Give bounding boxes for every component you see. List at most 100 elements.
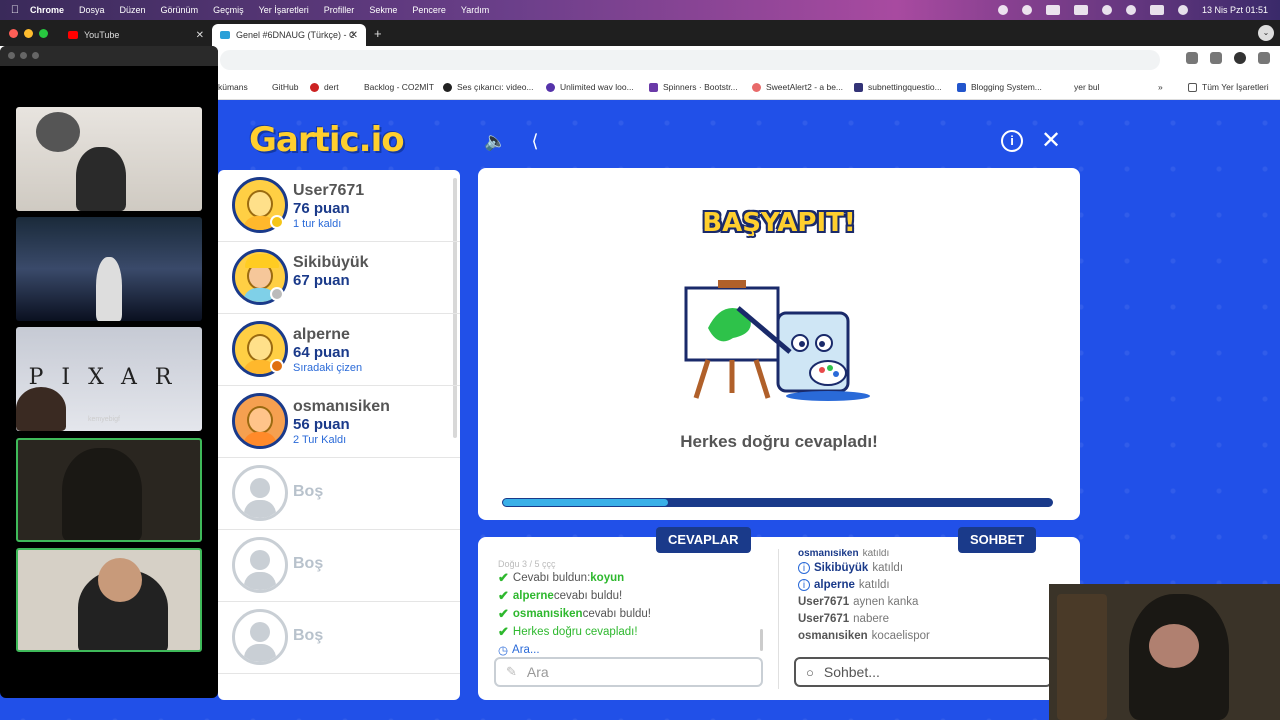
zoom-window-icon[interactable] <box>39 28 48 38</box>
participant-video-tile[interactable]: PIXAR kemyebigf <box>16 327 202 431</box>
participant-video-tile[interactable] <box>16 217 202 321</box>
bookmark-item[interactable]: Ses çıkarıcı: video... <box>443 82 534 92</box>
bookmark-label: kümans <box>218 82 248 92</box>
battery-icon[interactable] <box>1073 5 1088 15</box>
search-icon[interactable] <box>1125 5 1136 15</box>
menu-duzen[interactable]: Düzen <box>120 5 146 15</box>
participant-video-tile[interactable] <box>16 107 202 211</box>
menu-pencere[interactable]: Pencere <box>412 5 446 15</box>
extensions-puzzle-icon[interactable] <box>1210 52 1222 64</box>
player-card[interactable]: User7671 76 puan 1 tur kaldı <box>218 170 460 242</box>
sound-icon[interactable]: 🔈 <box>484 130 506 152</box>
youtube-favicon-icon <box>68 31 78 39</box>
bookmark-item[interactable]: SweetAlert2 - a be... <box>752 82 843 92</box>
close-window-icon[interactable] <box>8 52 15 59</box>
menu-gorunum[interactable]: Görünüm <box>161 5 199 15</box>
minimize-window-icon[interactable] <box>24 28 33 38</box>
player-score: 64 puan <box>293 344 350 361</box>
check-icon: ✔ <box>498 570 509 585</box>
macos-menubar:  Chrome Dosya Düzen Görünüm Geçmiş Yer … <box>0 0 1280 20</box>
menu-yer-isaretleri[interactable]: Yer İşaretleri <box>259 5 309 15</box>
bookmark-item[interactable]: Unlimited wav loo... <box>546 82 634 92</box>
video-call-window[interactable]: PIXAR kemyebigf <box>0 46 218 698</box>
player-name: osmanısiken <box>293 398 390 415</box>
bookmark-item[interactable]: yer bul <box>1060 82 1100 92</box>
profile-avatar-icon[interactable] <box>1234 52 1246 64</box>
microphone-icon <box>36 112 80 152</box>
participant-figure <box>16 387 66 431</box>
audio-extractor-icon <box>443 82 452 92</box>
player-avatar <box>232 393 288 449</box>
subnetting-icon <box>854 82 863 92</box>
apple-icon[interactable]:  <box>0 4 30 16</box>
info-icon: i <box>798 561 810 574</box>
vpn-icon[interactable] <box>1021 5 1032 15</box>
wifi-icon[interactable] <box>1101 5 1112 15</box>
chat-item: User7671 aynen kanka <box>798 595 919 608</box>
close-window-icon[interactable] <box>9 28 18 38</box>
share-icon[interactable]: ⟨ <box>524 130 546 152</box>
minimize-window-icon[interactable] <box>20 52 27 59</box>
bookmark-item[interactable]: Backlog - CO2MİT <box>350 82 434 92</box>
answer-input[interactable]: ✎ Ara <box>494 657 763 687</box>
gartic-logo[interactable]: Gartic.io <box>249 120 405 160</box>
empty-slot[interactable]: Boş <box>218 530 460 602</box>
menu-yardim[interactable]: Yardım <box>461 5 489 15</box>
tab-search-icon[interactable]: ⌄ <box>1258 25 1274 41</box>
bookmark-item[interactable]: Spinners · Bootstr... <box>649 82 738 92</box>
bookmarks-overflow-icon[interactable]: » <box>1158 82 1163 92</box>
control-center-icon[interactable] <box>1149 5 1164 15</box>
address-bar[interactable] <box>220 50 1160 70</box>
tab-title: YouTube <box>84 30 120 40</box>
zoom-window-icon[interactable] <box>32 52 39 59</box>
screen-share-icon[interactable] <box>1045 5 1060 15</box>
all-bookmarks[interactable]: Tüm Yer İşaretleri <box>1188 82 1269 92</box>
info-icon: i <box>798 578 810 591</box>
participant-figure <box>76 147 126 211</box>
answers-scrollbar[interactable] <box>760 629 763 651</box>
round-progress-fill <box>503 499 668 506</box>
kebab-menu-icon[interactable] <box>1258 52 1270 64</box>
player-card[interactable]: osmanısiken 56 puan 2 Tur Kaldı <box>218 386 460 458</box>
status-dot-icon[interactable] <box>997 5 1008 15</box>
tab-youtube[interactable]: YouTube ✕ <box>60 24 212 46</box>
tab-close-icon[interactable]: ✕ <box>196 30 204 41</box>
siri-icon[interactable] <box>1177 5 1188 15</box>
player-card[interactable]: alperne 64 puan Sıradaki çizen <box>218 314 460 386</box>
empty-slot-label: Boş <box>293 483 324 500</box>
empty-slot-label: Boş <box>293 627 324 644</box>
participant-video-tile[interactable] <box>16 548 202 652</box>
answer-item: ✔ Cevabı buldun: koyun <box>498 570 625 585</box>
participant-video-tile[interactable] <box>16 438 202 542</box>
bookmark-item[interactable]: kümans <box>218 82 248 92</box>
stage-message: Herkes doğru cevapladı! <box>680 432 878 451</box>
player-card[interactable]: Sikibüyük 67 puan <box>218 242 460 314</box>
info-icon[interactable]: i <box>1001 130 1023 152</box>
chat-input[interactable]: ○ Sohbet... <box>794 657 1052 687</box>
tab-title: Genel #6DNAUG (Türkçe) - G <box>236 30 354 40</box>
sweetalert-icon <box>752 82 761 92</box>
menu-sekme[interactable]: Sekme <box>369 5 397 15</box>
masterpiece-illustration-icon <box>684 280 870 401</box>
new-tab-button[interactable]: + <box>374 26 382 41</box>
menu-app[interactable]: Chrome <box>30 5 64 15</box>
bookmark-item[interactable]: GitHub <box>258 82 298 92</box>
tab-gartic[interactable]: Genel #6DNAUG (Türkçe) - G ✕ <box>212 24 366 46</box>
answer-item: ✔ Herkes doğru cevapladı! <box>498 624 638 639</box>
webcam-overlay[interactable] <box>1049 584 1280 720</box>
close-icon[interactable]: ✕ <box>1040 129 1062 153</box>
menu-gecmis[interactable]: Geçmiş <box>213 5 244 15</box>
result-banner: BAŞYAPIT! <box>702 208 856 238</box>
empty-slot[interactable]: Boş <box>218 602 460 674</box>
empty-slot[interactable]: Boş <box>218 458 460 530</box>
bookmark-item[interactable]: dert <box>310 82 339 92</box>
extension-icon[interactable] <box>1186 52 1198 64</box>
menubar-clock[interactable]: 13 Nis Pzt 01:51 <box>1202 5 1268 15</box>
menu-profiller[interactable]: Profiller <box>324 5 355 15</box>
gartic-favicon-icon <box>220 31 230 39</box>
bookmark-item[interactable]: Blogging System... <box>957 82 1042 92</box>
bookmark-label: GitHub <box>272 82 299 92</box>
menu-dosya[interactable]: Dosya <box>79 5 105 15</box>
tab-close-icon[interactable]: ✕ <box>350 30 358 41</box>
bookmark-item[interactable]: subnettingquestio... <box>854 82 942 92</box>
